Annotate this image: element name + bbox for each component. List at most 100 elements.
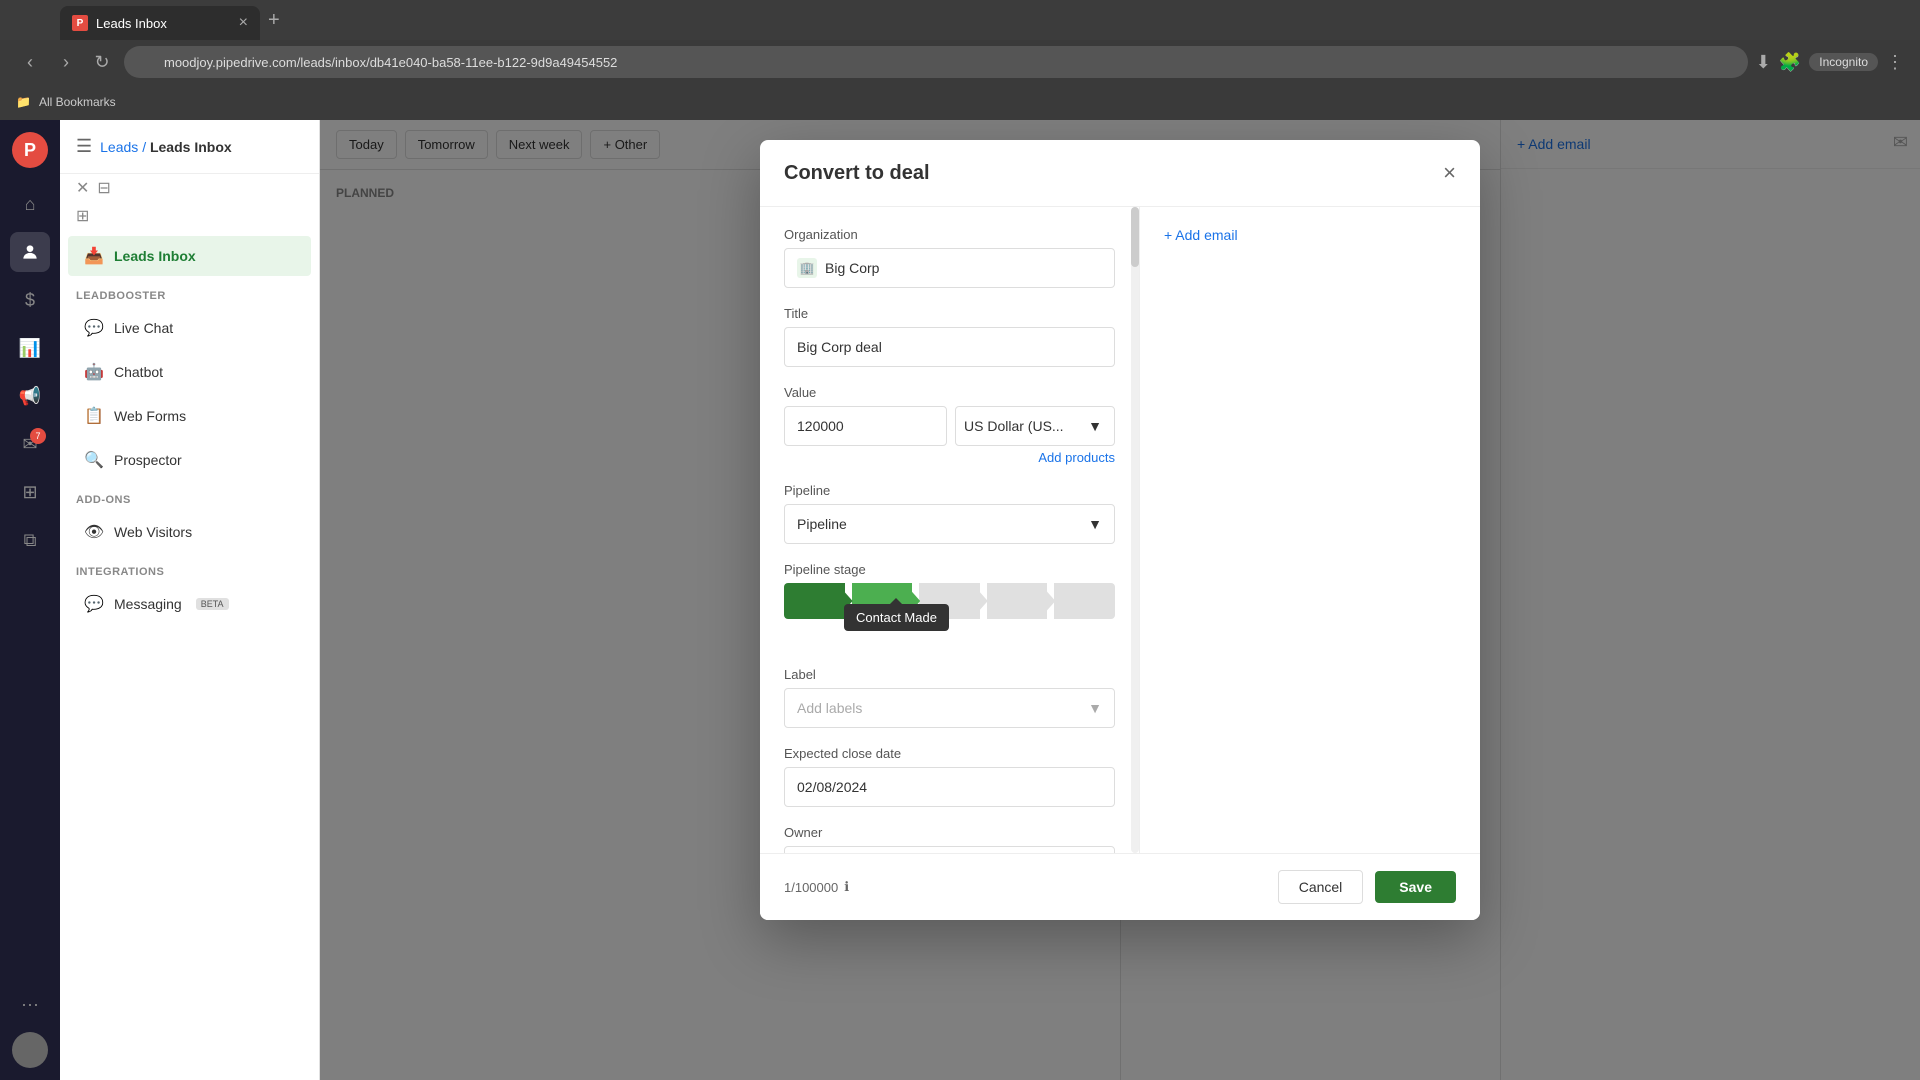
label-chevron-icon: ▼ — [1088, 700, 1102, 716]
breadcrumb-separator: / — [142, 139, 150, 155]
message-icon: 💬 — [84, 594, 104, 614]
sidebar-icon-home[interactable]: ⌂ — [10, 184, 50, 224]
pipeline-group: Pipeline Pipeline ▼ — [784, 483, 1115, 544]
address-bar[interactable] — [124, 46, 1748, 78]
modal-footer: 1/100000 ℹ Cancel Save — [760, 853, 1480, 920]
nav-item-web-visitors[interactable]: 👁 Web Visitors — [68, 512, 311, 552]
sidebar-icon-layers[interactable]: ⧉ — [10, 520, 50, 560]
app-logo: P — [12, 132, 48, 168]
nav-label-prospector: Prospector — [114, 452, 182, 468]
extension-icon: 🧩 — [1779, 52, 1801, 73]
nav-section-leadbooster: LEADBOOSTER — [60, 278, 319, 306]
tab-close-button[interactable]: × — [239, 14, 248, 32]
label-placeholder: Add labels — [797, 700, 862, 716]
reload-button[interactable]: ↻ — [88, 48, 116, 76]
nav-item-prospector[interactable]: 🔍 Prospector — [68, 440, 311, 480]
modal-overlay: Convert to deal × Organization 🏢 Big Cor… — [320, 120, 1920, 1080]
label-select[interactable]: Add labels ▼ — [784, 688, 1115, 728]
tab-title: Leads Inbox — [96, 16, 167, 31]
app-sidebar: P ⌂ $ 📊 📢 ✉ 7 ⊞ ⧉ ··· — [0, 120, 60, 1080]
pipeline-stage-bar[interactable] — [784, 583, 1115, 619]
filter-icon[interactable]: ⊟ — [97, 178, 110, 198]
nav-header: ☰ Leads / Leads Inbox — [60, 120, 319, 174]
expand-icon[interactable]: ⊞ — [76, 206, 89, 226]
pipeline-label: Pipeline — [784, 483, 1115, 498]
label-label: Label — [784, 667, 1115, 682]
nav-panel: ☰ Leads / Leads Inbox ✕ ⊟ ⊞ 📥 Leads Inbo… — [60, 120, 320, 1080]
nav-label-leads-inbox: Leads Inbox — [114, 248, 196, 264]
expected-close-group: Expected close date 02/08/2024 — [784, 746, 1115, 807]
stage-5[interactable] — [1054, 583, 1115, 619]
value-amount-display: 120000 — [797, 418, 844, 434]
counter-value: 1/100000 — [784, 880, 838, 895]
bookmarks-label: All Bookmarks — [39, 95, 116, 109]
counter-display: 1/100000 ℹ — [784, 879, 849, 895]
sidebar-icon-grid[interactable]: ⊞ — [10, 472, 50, 512]
modal-header: Convert to deal × — [760, 140, 1480, 207]
main-content: Today Tomorrow Next week + Other PLANNED… — [320, 120, 1920, 1080]
new-tab-button[interactable]: + — [268, 9, 280, 32]
value-group: Value 120000 US Dollar (US... ▼ Ad — [784, 385, 1115, 465]
hamburger-icon[interactable]: ☰ — [76, 136, 92, 157]
expected-close-value: 02/08/2024 — [797, 779, 867, 795]
title-value: Big Corp deal — [797, 339, 882, 355]
pipeline-chevron-icon: ▼ — [1088, 516, 1102, 532]
nav-item-live-chat[interactable]: 💬 Live Chat — [68, 308, 311, 348]
counter-info-icon[interactable]: ℹ — [844, 879, 849, 895]
stage-tooltip: Contact Made — [844, 604, 949, 631]
back-button[interactable]: ‹ — [16, 48, 44, 76]
modal-title: Convert to deal — [784, 162, 930, 185]
modal-add-email-link[interactable]: + Add email — [1164, 227, 1456, 243]
pipeline-stage-label: Pipeline stage — [784, 562, 1115, 577]
value-amount-input[interactable]: 120000 — [784, 406, 947, 446]
visitor-icon: 👁 — [84, 522, 104, 542]
nav-label-web-visitors: Web Visitors — [114, 524, 192, 540]
download-icon: ⬇ — [1756, 52, 1771, 73]
form-icon: 📋 — [84, 406, 104, 426]
expected-close-input[interactable]: 02/08/2024 — [784, 767, 1115, 807]
owner-select[interactable]: Sarah Tyler (You) ▼ — [784, 846, 1115, 853]
save-button[interactable]: Save — [1375, 871, 1456, 903]
active-tab[interactable]: P Leads Inbox × — [60, 6, 260, 40]
pipeline-select[interactable]: Pipeline ▼ — [784, 504, 1115, 544]
modal-right-panel: + Add email — [1140, 207, 1480, 853]
sidebar-icon-chart[interactable]: 📊 — [10, 328, 50, 368]
user-avatar[interactable] — [12, 1032, 48, 1068]
currency-chevron-icon: ▼ — [1088, 418, 1102, 434]
stage-4[interactable] — [987, 583, 1048, 619]
value-label: Value — [784, 385, 1115, 400]
menu-dots-icon[interactable]: ⋮ — [1886, 52, 1904, 73]
sidebar-icon-leads[interactable] — [10, 232, 50, 272]
organization-input[interactable]: 🏢 Big Corp — [784, 248, 1115, 288]
nav-item-chatbot[interactable]: 🤖 Chatbot — [68, 352, 311, 392]
browser-actions: ⬇ 🧩 Incognito ⋮ — [1756, 52, 1904, 73]
nav-label-web-forms: Web Forms — [114, 408, 186, 424]
title-label: Title — [784, 306, 1115, 321]
modal-body: Organization 🏢 Big Corp Title Big Corp d… — [760, 207, 1480, 853]
org-icon: 🏢 — [797, 258, 817, 278]
organization-group: Organization 🏢 Big Corp — [784, 227, 1115, 288]
stage-1[interactable] — [784, 583, 845, 619]
sidebar-icon-megaphone[interactable]: 📢 — [10, 376, 50, 416]
sidebar-icon-dollar[interactable]: $ — [10, 280, 50, 320]
modal-form: Organization 🏢 Big Corp Title Big Corp d… — [760, 207, 1140, 853]
cancel-button[interactable]: Cancel — [1278, 870, 1364, 904]
nav-section-addons: ADD-ONS — [60, 482, 319, 510]
title-input[interactable]: Big Corp deal — [784, 327, 1115, 367]
forward-button[interactable]: › — [52, 48, 80, 76]
bookmarks-bar: 📁 All Bookmarks — [0, 84, 1920, 120]
nav-item-leads-inbox[interactable]: 📥 Leads Inbox — [68, 236, 311, 276]
close-panel-icon[interactable]: ✕ — [76, 178, 89, 198]
modal-close-button[interactable]: × — [1443, 160, 1456, 186]
bot-icon: 🤖 — [84, 362, 104, 382]
beta-badge: BETA — [196, 598, 229, 610]
sidebar-icon-dots[interactable]: ··· — [10, 984, 50, 1024]
chat-icon: 💬 — [84, 318, 104, 338]
currency-select[interactable]: US Dollar (US... ▼ — [955, 406, 1115, 446]
label-group: Label Add labels ▼ — [784, 667, 1115, 728]
breadcrumb-parent: Leads — [100, 139, 138, 155]
nav-item-messaging[interactable]: 💬 Messaging BETA — [68, 584, 311, 624]
add-products-link[interactable]: Add products — [784, 450, 1115, 465]
nav-item-web-forms[interactable]: 📋 Web Forms — [68, 396, 311, 436]
sidebar-icon-mail[interactable]: ✉ 7 — [10, 424, 50, 464]
